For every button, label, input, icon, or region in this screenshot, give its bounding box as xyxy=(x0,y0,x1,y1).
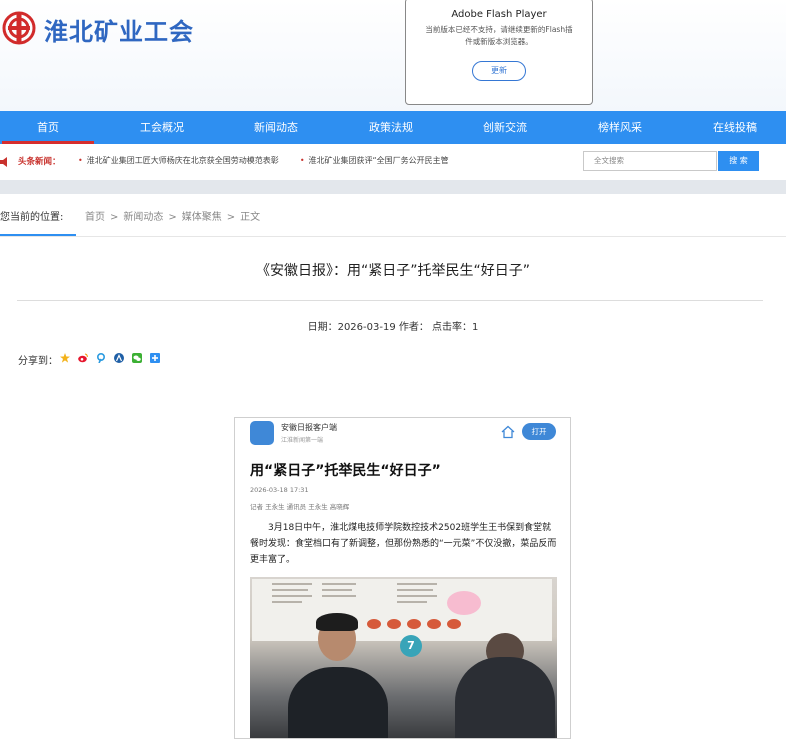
breadcrumb-current: 正文 xyxy=(240,212,261,223)
share-label: 分享到： xyxy=(18,356,58,367)
breadcrumb-separator: > xyxy=(226,212,236,223)
article-image: 安徽日报客户端 江淮新闻第一端 打开 用“紧日子”托举民生“好日子” 2026-… xyxy=(234,417,571,739)
counter-number: 7 xyxy=(400,635,422,657)
nav-item-policy[interactable]: 政策法规 xyxy=(341,111,441,144)
canteen-photo: 7 xyxy=(250,577,557,738)
bystander-body xyxy=(455,657,555,738)
share-icons xyxy=(60,353,163,365)
headline-ticker: • 淮北矿业集团工匠大师杨庆在北京获全国劳动模范表彰 • 淮北矿业集团获评“全国厂务… xyxy=(78,155,548,166)
embedded-body: 3月18日中午，淮北煤电技师学院数控技术2502班学生王书保到食堂就餐时发现：食… xyxy=(250,523,557,565)
search-button[interactable]: 搜 索 xyxy=(718,151,759,171)
app-name: 安徽日报客户端 xyxy=(281,423,337,432)
wechat-icon[interactable] xyxy=(132,353,143,363)
menu-board xyxy=(252,579,552,641)
home-icon xyxy=(501,425,515,439)
search-input[interactable]: 全文搜索 xyxy=(583,151,717,171)
qzone-icon[interactable] xyxy=(60,353,70,363)
student-hair xyxy=(316,613,358,631)
headline-link[interactable]: 淮北矿业集团获评“全国厂务公开民主管 xyxy=(309,156,449,165)
embedded-byline: 记者 王永生 通讯员 王永生 高晓辉 xyxy=(250,503,350,511)
title-divider xyxy=(17,300,763,301)
site-title[interactable]: 淮北矿业工会 xyxy=(44,12,194,47)
nav-item-union-overview[interactable]: 工会概况 xyxy=(112,111,212,144)
breadcrumb-underline xyxy=(0,234,76,236)
student-jacket xyxy=(288,667,388,738)
tencent-weibo-icon[interactable] xyxy=(96,353,106,363)
weibo-icon[interactable] xyxy=(78,353,88,363)
article-meta: 日期：2026-03-19 作者： 点击率：1 xyxy=(307,322,479,333)
main-nav: 首页 工会概况 新闻动态 政策法规 创新交流 榜样风采 在线投稿 xyxy=(0,111,786,144)
breadcrumb-media[interactable]: 媒体聚焦 xyxy=(182,212,222,223)
renren-icon[interactable] xyxy=(114,353,125,363)
breadcrumb-separator: > xyxy=(168,212,177,223)
separator-band xyxy=(0,180,786,194)
menu-heart xyxy=(447,591,481,615)
app-open-button: 打开 xyxy=(522,423,556,440)
breadcrumb-home[interactable]: 首页 xyxy=(85,212,105,223)
flash-player-notice: Adobe Flash Player 当前版本已经不支持，请继续更新的Flash… xyxy=(405,0,593,105)
app-slogan: 江淮新闻第一端 xyxy=(281,437,324,444)
breadcrumb-bar: 您当前的位置: 首页 > 新闻动态 > 媒体聚焦 > 正文 xyxy=(0,194,786,237)
flash-update-button[interactable]: 更新 xyxy=(472,61,526,81)
article-title: 《安徽日报》：用“紧日子”托举民生“好日子” xyxy=(255,263,530,279)
breadcrumb-news[interactable]: 新闻动态 xyxy=(123,212,163,223)
breadcrumb-separator: > xyxy=(110,212,119,223)
breadcrumb: 首页 > 新闻动态 > 媒体聚焦 > 正文 xyxy=(85,208,260,223)
app-logo-icon xyxy=(250,421,274,445)
flash-description: 当前版本已经不支持，请继续更新的Flash插件或新版本浏览器。 xyxy=(425,25,573,46)
more-share-icon[interactable] xyxy=(150,353,161,363)
nav-item-submit[interactable]: 在线投稿 xyxy=(685,111,785,144)
embedded-headline: 用“紧日子”托举民生“好日子” xyxy=(250,463,441,479)
bullet-icon: • xyxy=(299,156,305,165)
nav-item-news[interactable]: 新闻动态 xyxy=(226,111,326,144)
nav-item-innovation[interactable]: 创新交流 xyxy=(455,111,555,144)
headline-label: 头条新闻： xyxy=(18,157,61,167)
embedded-date: 2026-03-18 17:31 xyxy=(250,486,309,494)
union-logo-icon[interactable] xyxy=(2,8,36,48)
flash-title: Adobe Flash Player xyxy=(451,9,547,20)
headline-link[interactable]: 淮北矿业集团工匠大师杨庆在北京获全国劳动模范表彰 xyxy=(87,156,279,165)
speaker-icon xyxy=(0,157,7,167)
breadcrumb-label: 您当前的位置: xyxy=(0,212,64,223)
site-header: 淮北矿业工会 xyxy=(0,0,786,111)
nav-item-home[interactable]: 首页 xyxy=(0,111,98,144)
nav-item-role-models[interactable]: 榜样风采 xyxy=(570,111,670,144)
bullet-icon: • xyxy=(78,156,83,165)
